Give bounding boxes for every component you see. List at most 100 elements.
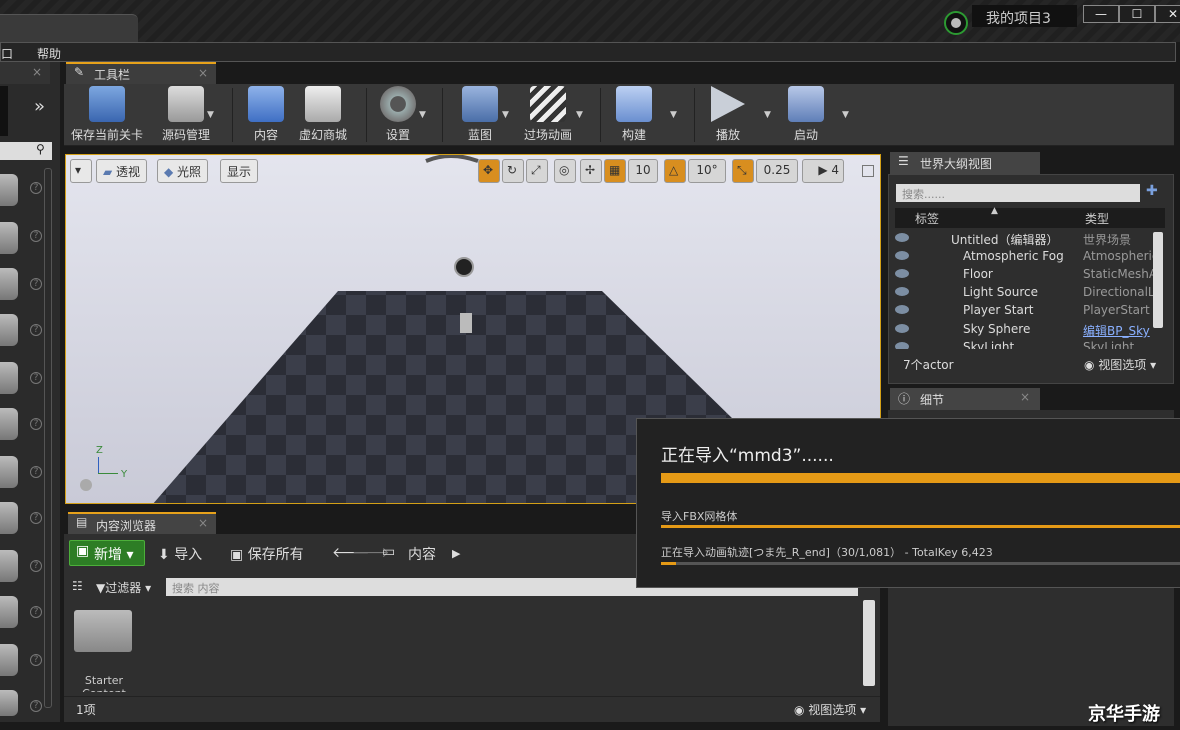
marketplace-button[interactable]: 虚幻商城 [296, 86, 350, 143]
close-icon[interactable]: × [198, 516, 208, 530]
outliner-row[interactable]: Sky Sphere 编辑BP_Sky [895, 321, 1151, 339]
launch-button[interactable]: 启动 [786, 86, 826, 143]
sky-sphere-icon[interactable] [425, 155, 479, 163]
eye-icon[interactable] [895, 251, 909, 260]
grid-snap-icon[interactable]: ▦ [604, 159, 626, 183]
camera-speed[interactable]: ▶ 4 [802, 159, 844, 183]
save-all-button[interactable]: ▣ 保存所有 [230, 544, 304, 564]
maximize-viewport-icon[interactable] [862, 165, 874, 177]
place-item[interactable] [0, 268, 18, 300]
outliner-row[interactable]: Untitled（编辑器） 世界场景 [895, 230, 1151, 248]
expand-chevron-icon[interactable]: » [34, 96, 45, 117]
outliner-scrollbar[interactable] [1153, 232, 1163, 328]
blueprint-button[interactable]: 蓝图 [456, 86, 504, 143]
modes-selector[interactable] [0, 86, 8, 136]
build-button[interactable]: 构建 [614, 86, 654, 143]
help-icon[interactable]: ? [30, 700, 42, 712]
close-button[interactable]: ✕ [1155, 5, 1180, 23]
level-tab[interactable] [0, 14, 138, 42]
help-icon[interactable]: ? [30, 654, 42, 666]
close-icon[interactable]: × [32, 65, 42, 79]
help-icon[interactable]: ? [30, 324, 42, 336]
place-item[interactable] [0, 456, 18, 488]
rotation-snap-icon[interactable]: △ [664, 159, 686, 183]
help-icon[interactable]: ? [30, 278, 42, 290]
close-icon[interactable]: × [198, 66, 208, 80]
eye-icon[interactable] [895, 233, 909, 242]
help-icon[interactable]: ? [30, 512, 42, 524]
chevron-down-icon[interactable]: ▼ [207, 110, 214, 120]
rotation-snap-value[interactable]: 10° [688, 159, 726, 183]
eye-icon[interactable] [895, 342, 909, 349]
import-button[interactable]: ⬇ 导入 [158, 544, 202, 564]
save-level-button[interactable]: 保存当前关卡 [70, 86, 144, 143]
modes-tab[interactable]: × [0, 62, 50, 84]
show-button[interactable]: 显示 [220, 159, 259, 183]
add-icon[interactable]: ✚ [1146, 183, 1158, 199]
help-icon[interactable]: ? [30, 466, 42, 478]
place-item[interactable] [0, 690, 18, 716]
place-item[interactable] [0, 644, 18, 676]
light-source-icon[interactable] [454, 257, 474, 277]
scale-tool-icon[interactable]: ⤢ [526, 159, 548, 183]
filter-button[interactable]: ▼过滤器 ▾ [96, 579, 151, 596]
chevron-down-icon[interactable]: ▼ [576, 110, 583, 120]
close-icon[interactable]: × [1020, 390, 1030, 404]
content-browser-tab[interactable]: ▤ 内容浏览器 × [68, 512, 216, 534]
outliner-row[interactable]: Atmospheric Fog Atmospheric [895, 248, 1153, 266]
chevron-down-icon[interactable]: ▼ [842, 110, 849, 120]
chevron-down-icon[interactable]: ▼ [419, 110, 426, 120]
content-button[interactable]: 内容 [244, 86, 288, 143]
starter-content-folder-icon[interactable] [74, 610, 132, 652]
place-search-input[interactable]: ⚲ [0, 142, 52, 160]
eye-icon[interactable] [895, 324, 909, 333]
player-start-icon[interactable] [460, 313, 472, 333]
chevron-down-icon[interactable]: ▼ [670, 110, 677, 120]
translate-tool-icon[interactable]: ✥ [478, 159, 500, 183]
surface-snap-icon[interactable]: ✢ [580, 159, 602, 183]
outliner-row[interactable]: SkyLight SkyLight [895, 339, 1151, 349]
outliner-tab[interactable]: ☰ 世界大纲视图 [890, 152, 1040, 174]
menu-window[interactable]: 窗口 [0, 45, 13, 62]
rotate-tool-icon[interactable]: ↻ [502, 159, 524, 183]
maximize-button[interactable]: ☐ [1119, 5, 1155, 23]
cinematics-button[interactable]: 过场动画 [520, 86, 576, 143]
add-new-button[interactable]: ▣ 新增 ▾ [69, 540, 145, 566]
help-icon[interactable]: ? [30, 182, 42, 194]
outliner-row[interactable]: Player Start PlayerStart [895, 302, 1151, 320]
outliner-row[interactable]: Floor StaticMeshA [895, 266, 1153, 284]
place-item[interactable] [0, 174, 18, 206]
place-item[interactable] [0, 222, 18, 254]
eye-icon[interactable] [895, 287, 909, 296]
toolbar-tab[interactable]: ✎ 工具栏 × [66, 62, 216, 84]
outliner-view-options[interactable]: ◉ 视图选项 ▾ [1084, 356, 1156, 373]
play-button[interactable]: 播放 [708, 86, 748, 143]
world-space-icon[interactable]: ◎ [554, 159, 576, 183]
minimize-button[interactable]: — [1083, 5, 1119, 23]
eye-icon[interactable] [895, 305, 909, 314]
place-item[interactable] [0, 502, 18, 534]
place-item[interactable] [0, 408, 18, 440]
help-icon[interactable]: ? [30, 418, 42, 430]
settings-button[interactable]: 设置 [376, 86, 420, 143]
column-label[interactable]: 标签 [915, 210, 939, 227]
menu-help[interactable]: 帮助 [37, 45, 61, 62]
details-tab[interactable]: ⓘ 细节 × [890, 388, 1040, 410]
viewport-options-button[interactable]: ▾ [70, 159, 92, 183]
modes-scrollbar[interactable] [44, 168, 52, 708]
lit-button[interactable]: ◆ 光照 [157, 159, 209, 183]
scale-snap-icon[interactable]: ⤡ [732, 159, 754, 183]
content-view-options[interactable]: ◉ 视图选项 ▾ [794, 701, 866, 718]
place-item[interactable] [0, 362, 18, 394]
eye-icon[interactable] [895, 269, 909, 278]
place-item[interactable] [0, 596, 18, 628]
grid-snap-value[interactable]: 10 [628, 159, 658, 183]
help-icon[interactable] [80, 479, 92, 491]
content-scrollbar[interactable] [863, 600, 875, 686]
help-icon[interactable]: ? [30, 560, 42, 572]
help-icon[interactable]: ? [30, 372, 42, 384]
chevron-down-icon[interactable]: ▼ [764, 110, 771, 120]
outliner-row[interactable]: Light Source DirectionalLi [895, 284, 1153, 302]
scale-snap-value[interactable]: 0.25 [756, 159, 798, 183]
place-item[interactable] [0, 550, 18, 582]
